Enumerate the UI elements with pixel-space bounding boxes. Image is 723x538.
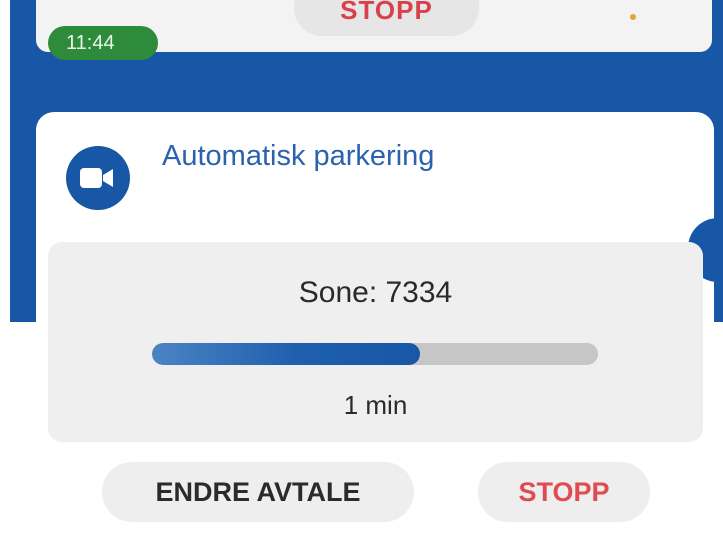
parking-progress-bar: [152, 343, 598, 365]
video-camera-icon: [66, 146, 130, 210]
peek-stop-button[interactable]: STOPP: [294, 0, 479, 36]
screen-edge: [0, 0, 10, 538]
status-icons: [586, 44, 696, 52]
peek-stop-label: STOPP: [340, 0, 433, 25]
parking-duration: 1 min: [343, 390, 408, 420]
parking-title: Automatisk parkering: [162, 140, 435, 172]
parking-progress-fill: [152, 343, 420, 365]
stop-button[interactable]: STOPP: [478, 462, 650, 522]
status-time-badge: 11:44: [48, 26, 158, 60]
notification-dot: [630, 14, 636, 20]
change-agreement-button[interactable]: ENDRE AVTALE: [102, 462, 414, 522]
status-time: 11:44: [66, 32, 115, 54]
zone-label: Sone: 7334: [298, 276, 453, 309]
